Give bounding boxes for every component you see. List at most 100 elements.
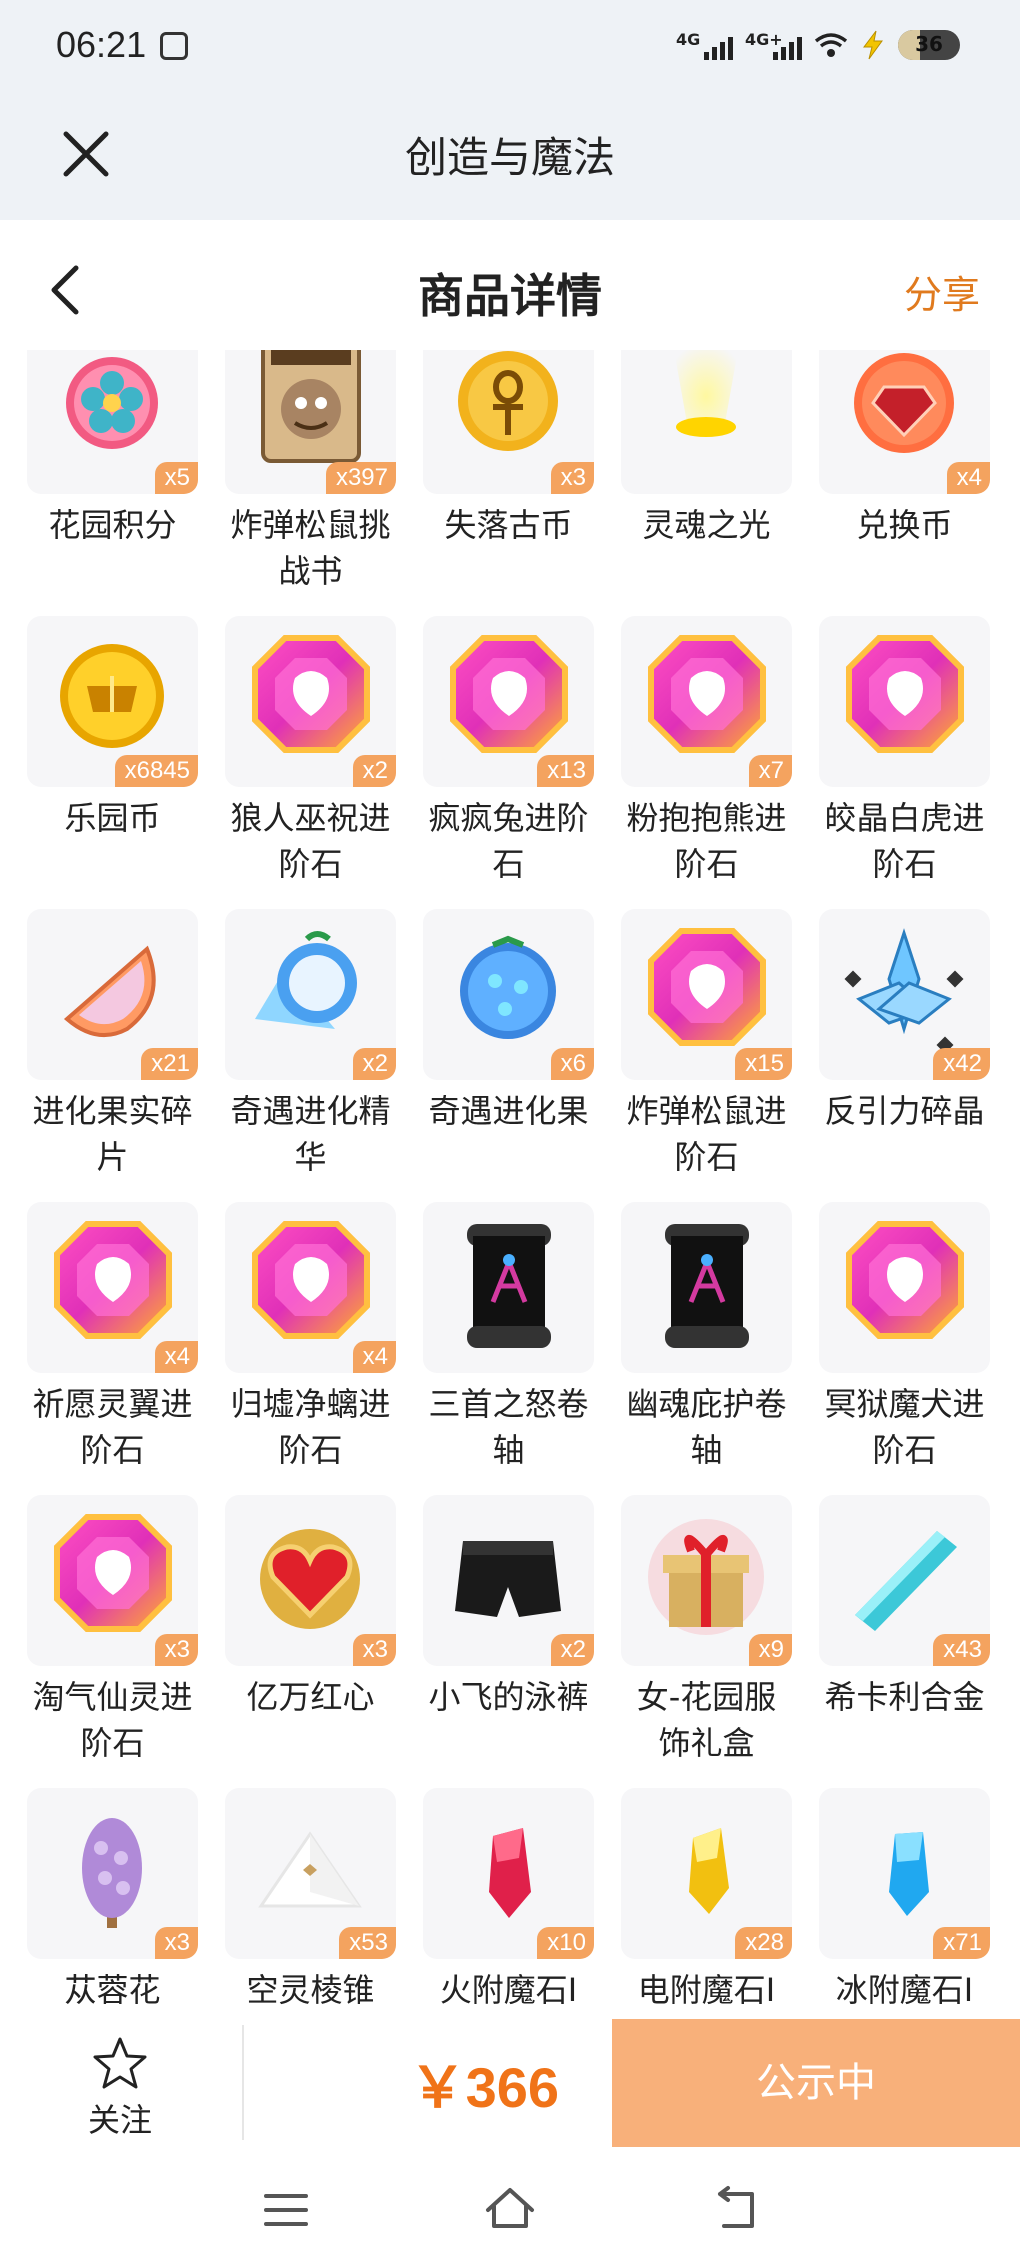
battery-level: 36 (915, 32, 943, 56)
advance-stone-icon (846, 1221, 964, 1339)
item-thumbnail: x4 (819, 350, 990, 494)
quantity-badge: x21 (141, 1048, 198, 1080)
grid-item[interactable]: x7 粉抱抱熊进阶石 (621, 616, 792, 909)
grid-item[interactable]: x6845 乐园币 (27, 616, 198, 909)
page-title: 商品详情 (418, 269, 602, 323)
quantity-badge: x28 (735, 1927, 792, 1959)
quantity-badge: x7 (748, 755, 792, 787)
grid-item[interactable]: x2 狼人巫祝进阶石 (225, 616, 396, 909)
grid-item[interactable]: x2 小飞的泳裤 (423, 1495, 594, 1788)
quantity-badge: x6845 (114, 755, 198, 787)
grid-item[interactable]: x13 疯疯兔进阶石 (423, 616, 594, 909)
grid-item[interactable]: 灵魂之光 (621, 350, 792, 616)
back-nav-button[interactable] (706, 2180, 766, 2240)
status-bar: 06:21 4G 4G+ 36 (0, 0, 1020, 100)
item-name: 花园积分 (48, 506, 177, 544)
item-thumbnail (423, 1202, 594, 1373)
grid-item[interactable]: x2 奇遇进化精华 (225, 909, 396, 1202)
home-button[interactable] (480, 2180, 540, 2240)
grid-item[interactable]: x4 归墟净螭进阶石 (225, 1202, 396, 1495)
status-icons: 4G 4G+ 36 (676, 30, 960, 60)
app-bar: 创造与魔法 (0, 100, 1020, 220)
grid-item[interactable]: x43 希卡利合金 (819, 1495, 990, 1788)
grid-item[interactable]: x10 火附魔石Ⅰ (423, 1788, 594, 2015)
signal-icon: 4G+ (745, 30, 802, 60)
item-thumbnail: x5 (27, 350, 198, 494)
quantity-badge: x2 (352, 1048, 396, 1080)
item-name: 苁蓉花 (64, 1971, 161, 2009)
share-button[interactable]: 分享 (904, 264, 980, 319)
scroll-icon (467, 1224, 551, 1348)
grid-item[interactable]: x3 亿万红心 (225, 1495, 396, 1788)
advance-stone-icon (846, 635, 964, 753)
status-time: 06:21 (56, 24, 147, 65)
menu-button[interactable] (256, 2180, 316, 2240)
app-title: 创造与魔法 (404, 133, 615, 182)
public-notice-button[interactable]: 公示中 (612, 2019, 1020, 2147)
item-name: 归墟净螭进阶石 (230, 1385, 391, 1469)
item-thumbnail: x6845 (27, 616, 198, 787)
item-name: 幽魂庇护卷轴 (626, 1385, 787, 1469)
quantity-badge: x4 (352, 1341, 396, 1373)
grid-item[interactable]: x9 女-花园服饰礼盒 (621, 1495, 792, 1788)
item-thumbnail: x3 (27, 1495, 198, 1666)
action-bar: 关注 ￥366 公示中 (0, 2015, 1020, 2150)
network-type-label: 4G (676, 30, 701, 49)
item-thumbnail (621, 350, 792, 494)
item-thumbnail: x21 (27, 909, 198, 1080)
grid-item[interactable]: x3 苁蓉花 (27, 1788, 198, 2015)
item-name: 奇遇进化精华 (230, 1092, 391, 1176)
grid-item[interactable]: x3 淘气仙灵进阶石 (27, 1495, 198, 1788)
item-name: 亿万红心 (246, 1678, 375, 1716)
menu-icon (264, 2194, 308, 2226)
grid-item[interactable]: x28 电附魔石Ⅰ (621, 1788, 792, 2015)
item-name: 希卡利合金 (824, 1678, 985, 1716)
item-thumbnail: x53 (225, 1788, 396, 1959)
soul-light-icon (674, 350, 738, 437)
quantity-badge: x397 (325, 462, 396, 494)
grid-item[interactable]: x4 祈愿灵翼进阶石 (27, 1202, 198, 1495)
item-name: 兑换币 (856, 506, 953, 544)
item-grid-viewport[interactable]: x5 花园积分 x397 炸弹松鼠挑战书 x3 失落古币 灵魂之光 x4 兑换币 x6845 乐园币… (0, 350, 1020, 2015)
item-name: 反引力碎晶 (824, 1092, 985, 1130)
grid-item[interactable]: x3 失落古币 (423, 350, 594, 616)
quantity-badge: x13 (537, 755, 594, 787)
follow-button[interactable]: 关注 (55, 2035, 185, 2145)
quantity-badge: x3 (550, 462, 594, 494)
grid-item[interactable]: x21 进化果实碎片 (27, 909, 198, 1202)
price: ￥366 (409, 2056, 559, 2119)
quantity-badge: x15 (735, 1048, 792, 1080)
grid-item[interactable]: x71 冰附魔石Ⅰ (819, 1788, 990, 2015)
item-thumbnail: x2 (225, 616, 396, 787)
item-thumbnail (621, 1202, 792, 1373)
quantity-badge: x43 (933, 1634, 990, 1666)
grid-item[interactable]: x397 炸弹松鼠挑战书 (225, 350, 396, 616)
signal-icon: 4G (676, 30, 733, 60)
item-name: 疯疯兔进阶石 (428, 799, 589, 883)
item-thumbnail: x2 (423, 1495, 594, 1666)
grid-item[interactable]: 皎晶白虎进阶石 (819, 616, 990, 909)
grid-item[interactable]: x5 花园积分 (27, 350, 198, 616)
home-icon (486, 2188, 534, 2228)
quantity-badge: x3 (154, 1927, 198, 1959)
grid-item[interactable]: 冥狱魔犬进阶石 (819, 1202, 990, 1495)
grid-item[interactable]: x6 奇遇进化果 (423, 909, 594, 1202)
item-name: 祈愿灵翼进阶石 (32, 1385, 193, 1469)
grid-item[interactable]: x15 炸弹松鼠进阶石 (621, 909, 792, 1202)
grid-item[interactable]: 三首之怒卷轴 (423, 1202, 594, 1495)
item-name: 乐园币 (64, 799, 161, 837)
grid-item[interactable]: 幽魂庇护卷轴 (621, 1202, 792, 1495)
grid-item[interactable]: x53 空灵棱锥 (225, 1788, 396, 2015)
quantity-badge: x53 (339, 1927, 396, 1959)
charging-bolt-icon (860, 30, 886, 60)
grid-item[interactable]: x4 兑换币 (819, 350, 990, 616)
item-name: 粉抱抱熊进阶石 (626, 799, 787, 883)
item-thumbnail (819, 1202, 990, 1373)
item-thumbnail: x4 (27, 1202, 198, 1373)
grid-item[interactable]: x42 反引力碎晶 (819, 909, 990, 1202)
item-name: 狼人巫祝进阶石 (230, 799, 391, 883)
item-name: 小飞的泳裤 (428, 1678, 589, 1716)
item-thumbnail: x7 (621, 616, 792, 787)
quantity-badge: x4 (946, 462, 990, 494)
item-name: 灵魂之光 (642, 506, 771, 544)
